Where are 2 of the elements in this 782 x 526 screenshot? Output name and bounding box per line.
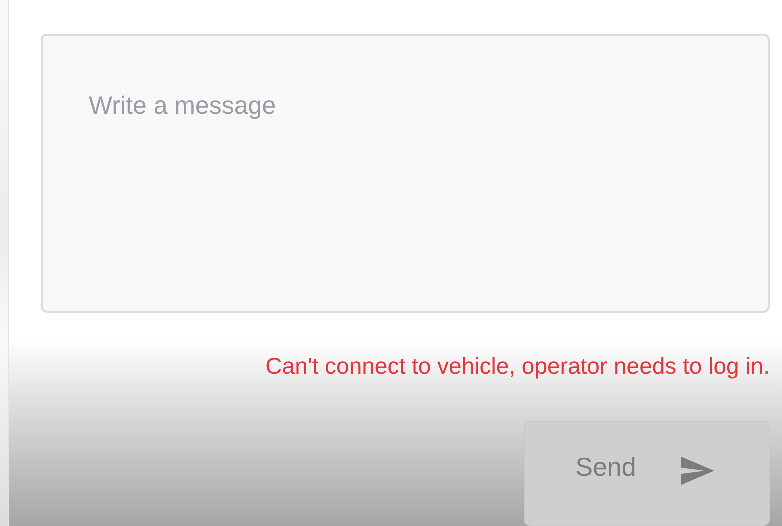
error-message: Can't connect to vehicle, operator needs to log in. (266, 353, 770, 380)
message-field[interactable]: Write a message (41, 34, 770, 314)
